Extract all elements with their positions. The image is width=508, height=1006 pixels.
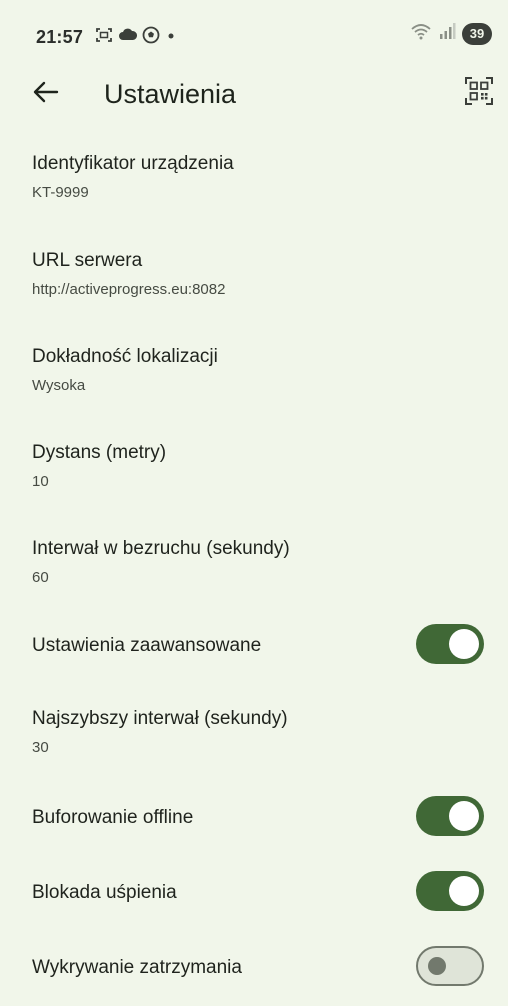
dot-icon [164,28,178,47]
setting-title: Blokada uśpienia [32,882,177,903]
qr-scan-button[interactable] [462,76,496,110]
setting-fastest-interval[interactable]: Najszybszy interwał (sekundy) 30 [0,689,508,777]
setting-device-id[interactable]: Identyfikator urządzenia KT-9999 [0,134,508,222]
wifi-icon [410,22,432,45]
app-bar: Ustawienia [0,68,508,124]
setting-wake-lock[interactable]: Blokada uśpienia [0,871,508,915]
soccer-ball-icon [142,26,160,49]
signal-icon [438,22,456,45]
setting-title: Dystans (metry) [32,442,167,463]
switch-thumb [449,801,479,831]
setting-advanced[interactable]: Ustawienia zaawansowane [0,624,508,668]
status-bar: 21:57 39 [0,0,508,56]
status-right-icons: 39 [410,22,492,45]
setting-title: Wykrywanie zatrzymania [32,957,242,978]
setting-distance[interactable]: Dystans (metry) 10 [0,423,508,511]
wake-lock-switch[interactable] [416,871,484,911]
setting-title: URL serwera [32,250,143,271]
screenshot-icon [94,26,114,49]
setting-title: Buforowanie offline [32,807,194,828]
advanced-settings-switch[interactable] [416,624,484,664]
switch-thumb [449,876,479,906]
setting-value: 10 [32,473,49,490]
offline-buffering-switch[interactable] [416,796,484,836]
setting-server-url[interactable]: URL serwera http://activeprogress.eu:808… [0,231,508,319]
battery-icon: 39 [462,22,492,45]
settings-screen: 21:57 39 Ustawienia Identyfikator urządz… [0,0,508,1006]
setting-title: Interwał w bezruchu (sekundy) [32,538,290,559]
setting-idle-interval[interactable]: Interwał w bezruchu (sekundy) 60 [0,519,508,607]
setting-title: Dokładność lokalizacji [32,346,218,367]
arrow-left-icon [33,81,59,108]
setting-value: Wysoka [32,377,86,394]
setting-offline-buffering[interactable]: Buforowanie offline [0,796,508,840]
stop-detection-switch[interactable] [416,946,484,986]
setting-title: Ustawienia zaawansowane [32,635,262,656]
switch-thumb [449,629,479,659]
setting-title: Identyfikator urządzenia [32,153,234,174]
setting-location-accuracy[interactable]: Dokładność lokalizacji Wysoka [0,327,508,415]
setting-stop-detection[interactable]: Wykrywanie zatrzymania [0,946,508,990]
setting-value: 60 [32,569,49,586]
notification-icons [94,26,178,49]
qr-code-scanner-icon [464,76,494,111]
setting-value: KT-9999 [32,184,89,201]
page-title: Ustawienia [104,79,237,109]
setting-title: Najszybszy interwał (sekundy) [32,708,288,729]
setting-value: http://activeprogress.eu:8082 [32,281,226,298]
cloud-icon [118,27,138,48]
switch-thumb [428,957,446,975]
setting-value: 30 [32,739,49,756]
back-button[interactable] [30,78,62,110]
status-time: 21:57 [36,27,84,47]
